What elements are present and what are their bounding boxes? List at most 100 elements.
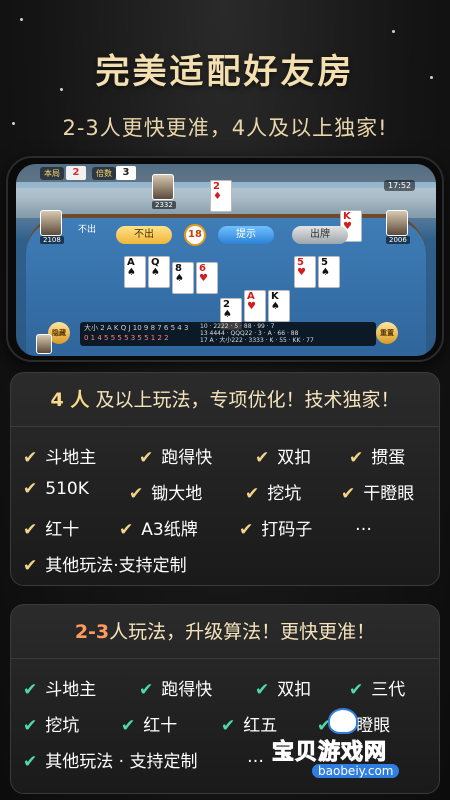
mode-label: 锄大地 [151,484,203,504]
multiplier-label: 倍数 [92,167,116,180]
mode-item: ✔ 红十 [23,515,79,540]
avatar-top-player [152,174,174,200]
watermark-brand: 宝贝游戏网 [271,740,388,766]
mode-label: 红十 [45,520,80,540]
check-icon: ✔ [23,556,38,576]
spade-icon: ♠ [127,267,136,278]
check-icon: ✔ [245,484,260,504]
hand-card[interactable]: K ♠ [268,290,290,322]
title-emphasis: 2-3 [74,621,110,643]
avatar-self [36,334,52,354]
check-icon: ✔ [221,716,236,736]
check-icon: ✔ [255,680,270,700]
mode-item: ✔ 510K [23,479,89,499]
mode-label: 挖坑 [267,484,302,504]
mode-item: ✔ A3纸牌 [119,515,198,540]
mode-item: ✔ 干瞪眼 [341,479,414,504]
mode-item: ✔ 掼蛋 [349,443,405,468]
turn-timer: 18 [184,224,206,246]
watermark-url: baobeiy.com [312,764,400,778]
hand-card[interactable]: 8 ♠ [172,262,194,294]
heart-icon: ♥ [247,301,256,312]
mode-item: ✔ 其他玩法·支持定制 [23,551,187,576]
spade-icon: ♠ [271,301,280,312]
sparkle [392,30,395,33]
mascot-icon [328,708,358,734]
mode-item: ✔ 双扣 [255,443,311,468]
mode-item: ✔ 挖坑 [23,711,79,736]
score-left-player: 2108 [40,236,64,244]
check-icon: ✔ [341,484,356,504]
mode-label: 打码子 [261,520,313,540]
mode-label: 其他玩法·支持定制 [45,556,187,576]
mode-item: ✔ 锄大地 [129,479,202,504]
mode-item: ✔ 双扣 [255,675,311,700]
mode-item: ✔ 三代 [349,675,405,700]
check-icon: ✔ [119,520,134,540]
spade-icon: ♠ [321,267,330,278]
check-icon: ✔ [23,752,38,772]
mode-label: A3纸牌 [141,520,198,540]
title-text: 及以上玩法，专项优化！技术独家！ [95,389,400,411]
played-card-top: 2 ♦ [210,180,232,212]
spade-icon: ♠ [151,267,160,278]
multiplier-value: 3 [116,166,136,180]
check-icon: ✔ [349,448,364,468]
panel-4-players-title: 4 人 及以上玩法，专项优化！技术独家！ [11,373,439,427]
mode-label: 三代 [371,680,406,700]
mode-label: 干瞪眼 [363,484,415,504]
card-tracker: 大小 2 A K Q J 10 9 8 7 6 5 4 3 0 1 4 5 5 … [80,322,376,346]
mode-item: … [355,515,372,535]
clock: 17:52 [384,180,416,191]
mode-label: 510K [45,479,89,499]
pass-button[interactable]: 不出 [116,226,172,244]
mode-item: ✔ 红五 [221,711,277,736]
spade-icon: ♠ [223,309,232,320]
mode-item: ✔ 斗地主 [23,675,96,700]
title-emphasis: 4 人 [50,389,90,411]
score-right-player: 2006 [386,236,410,244]
score-top-player: 2332 [152,201,176,209]
hint-button[interactable]: 提示 [218,226,274,244]
diamond-icon: ♦ [213,191,222,202]
check-icon: ✔ [23,448,38,468]
mode-label: 红十 [143,716,178,736]
tracker-ranks: 大小 2 A K Q J 10 9 8 7 6 5 4 3 [84,324,189,332]
mode-label: 掼蛋 [371,448,406,468]
base-label: 本局 [40,167,64,180]
check-icon: ✔ [129,484,144,504]
avatar-right-player [386,210,408,236]
base-value: 2 [66,166,86,180]
heart-icon: ♥ [297,267,306,278]
subheadline: 2-3人更快更准，4人及以上独家! [62,116,388,140]
hand-card[interactable]: 5 ♠ [318,256,340,288]
hand-card[interactable]: 5 ♥ [294,256,316,288]
hand-card[interactable]: A ♥ [244,290,266,322]
play-button[interactable]: 出牌 [292,226,348,244]
sparkle [20,18,23,21]
panel-2-3-players-title: 2-3人玩法，升级算法！更快更准！ [11,605,439,659]
hand-card[interactable]: 6 ♥ [196,262,218,294]
hand-card[interactable]: A ♠ [124,256,146,288]
check-icon: ✔ [23,716,38,736]
hand-card[interactable]: Q ♠ [148,256,170,288]
check-icon: ✔ [139,680,154,700]
mode-label: 跑得快 [161,448,213,468]
reset-button[interactable]: 重置 [376,322,398,344]
spade-icon: ♠ [175,273,184,284]
mode-label: 斗地主 [45,448,97,468]
avatar-left-player [40,210,62,236]
mode-item: ✔ 打码子 [239,515,312,540]
watermark-logo: 宝贝游戏网 baobeiy.com [271,708,432,788]
check-icon: ✔ [23,479,38,499]
mode-item: ✔ 挖坑 [245,479,301,504]
mode-label: 跑得快 [161,680,213,700]
check-icon: ✔ [255,448,270,468]
pass-status: 不出 [78,225,97,235]
tracker-counts: 0 1 4 5 5 5 5 3 5 5 1 2 2 [84,334,169,342]
mode-item: ✔ 跑得快 [139,443,212,468]
heart-icon: ♥ [199,273,208,284]
mode-label: 双扣 [277,680,312,700]
mode-label: 其他玩法 · 支持定制 [45,752,198,772]
check-icon: ✔ [23,680,38,700]
